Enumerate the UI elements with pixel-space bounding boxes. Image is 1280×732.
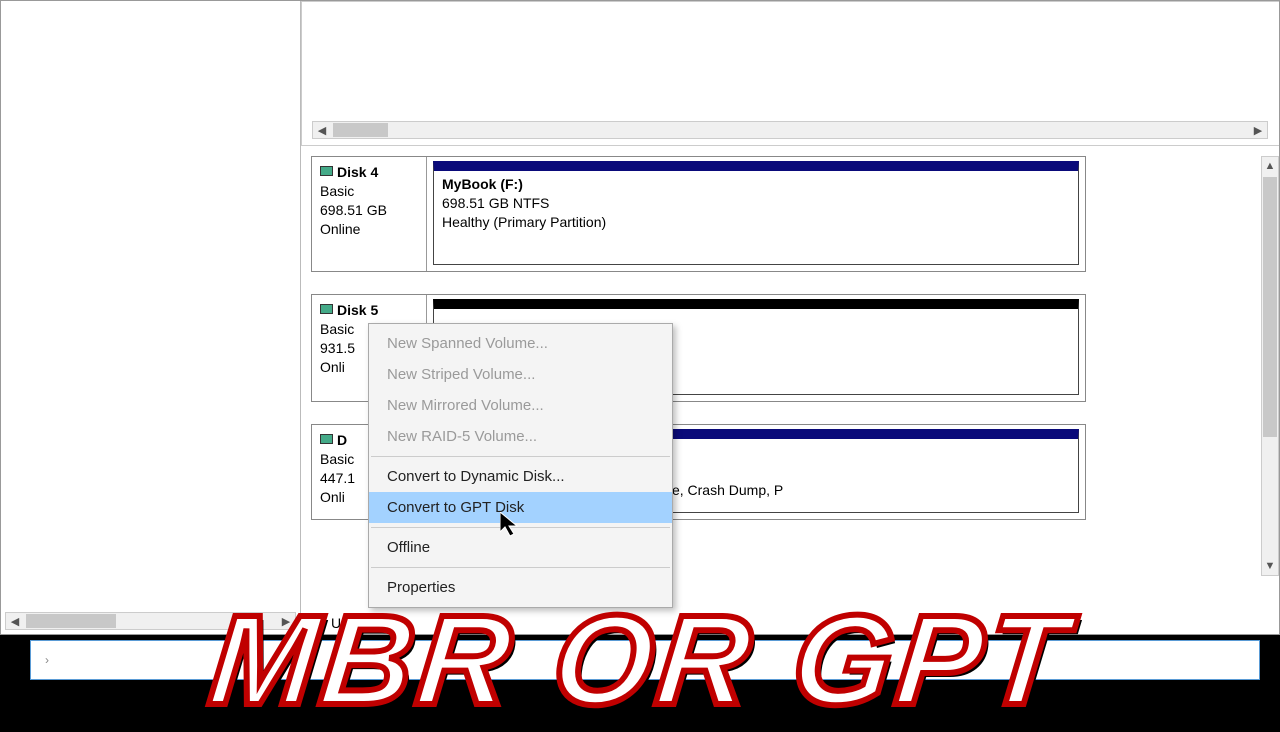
disk-name: Disk 5 [337, 302, 378, 318]
legend-row: U [311, 612, 1271, 634]
disk-name: D [337, 432, 347, 448]
disk-status: Onli [320, 359, 345, 375]
menu-item: New Spanned Volume... [369, 328, 672, 359]
volume-wrap: MyBook (F:) 698.51 GB NTFS Healthy (Primar… [427, 157, 1085, 271]
scroll-right-icon[interactable]: ▶ [1249, 121, 1267, 139]
disk-info[interactable]: Disk 4 Basic 698.51 GB Online [312, 157, 427, 271]
left-nav-hscrollbar[interactable]: ◀ ▶ [5, 612, 296, 630]
menu-item[interactable]: Convert to Dynamic Disk... [369, 461, 672, 492]
scroll-up-icon[interactable]: ▲ [1262, 157, 1278, 175]
scroll-left-icon[interactable]: ◀ [313, 121, 331, 139]
menu-item: New Striped Volume... [369, 359, 672, 390]
scroll-down-icon[interactable]: ▼ [1262, 557, 1278, 575]
volume[interactable]: MyBook (F:) 698.51 GB NTFS Healthy (Primar… [433, 161, 1079, 265]
disk-type: Basic [320, 183, 354, 199]
disk-row[interactable]: Disk 4 Basic 698.51 GB Online MyBook (F:) 698… [311, 156, 1086, 272]
volume-name: MyBook (F:) [442, 176, 523, 192]
explorer-address-bar[interactable]: › [30, 640, 1260, 680]
volume-status: Healthy (Primary Partition) [442, 214, 606, 230]
scroll-thumb[interactable] [333, 123, 388, 137]
legend-unallocated-icon [311, 616, 325, 630]
disk-map-vscrollbar[interactable]: ▲ ▼ [1261, 156, 1279, 576]
disk-icon [320, 166, 333, 176]
volume-list-hscrollbar[interactable]: ◀ ▶ [312, 121, 1268, 139]
scroll-left-icon[interactable]: ◀ [6, 615, 24, 628]
volume-size-fs: 698.51 GB NTFS [442, 195, 549, 211]
volume-list-pane[interactable]: ◀ ▶ [301, 1, 1280, 146]
menu-item: New RAID-5 Volume... [369, 421, 672, 452]
scroll-right-icon[interactable]: ▶ [277, 615, 295, 628]
disk-status: Online [320, 221, 360, 237]
legend-unallocated-label: U [331, 615, 341, 631]
scroll-thumb[interactable] [26, 614, 116, 628]
left-nav-pane: ◀ ▶ [1, 1, 301, 634]
disk-icon [320, 434, 333, 444]
menu-separator [371, 567, 670, 568]
disk-type: Basic [320, 321, 354, 337]
disk-status: Onli [320, 489, 345, 505]
disk-type: Basic [320, 451, 354, 467]
disk-icon [320, 304, 333, 314]
menu-item: New Mirrored Volume... [369, 390, 672, 421]
scroll-thumb[interactable] [1263, 177, 1277, 437]
disk-name: Disk 4 [337, 164, 378, 180]
menu-item[interactable]: Convert to GPT Disk [369, 492, 672, 523]
disk-size: 931.5 [320, 340, 355, 356]
menu-item[interactable]: Properties [369, 572, 672, 603]
menu-separator [371, 527, 670, 528]
disk-size: 447.1 [320, 470, 355, 486]
chevron-right-icon: › [45, 653, 49, 667]
disk-context-menu[interactable]: New Spanned Volume...New Striped Volume.… [368, 323, 673, 608]
menu-item[interactable]: Offline [369, 532, 672, 563]
menu-separator [371, 456, 670, 457]
disk-size: 698.51 GB [320, 202, 387, 218]
